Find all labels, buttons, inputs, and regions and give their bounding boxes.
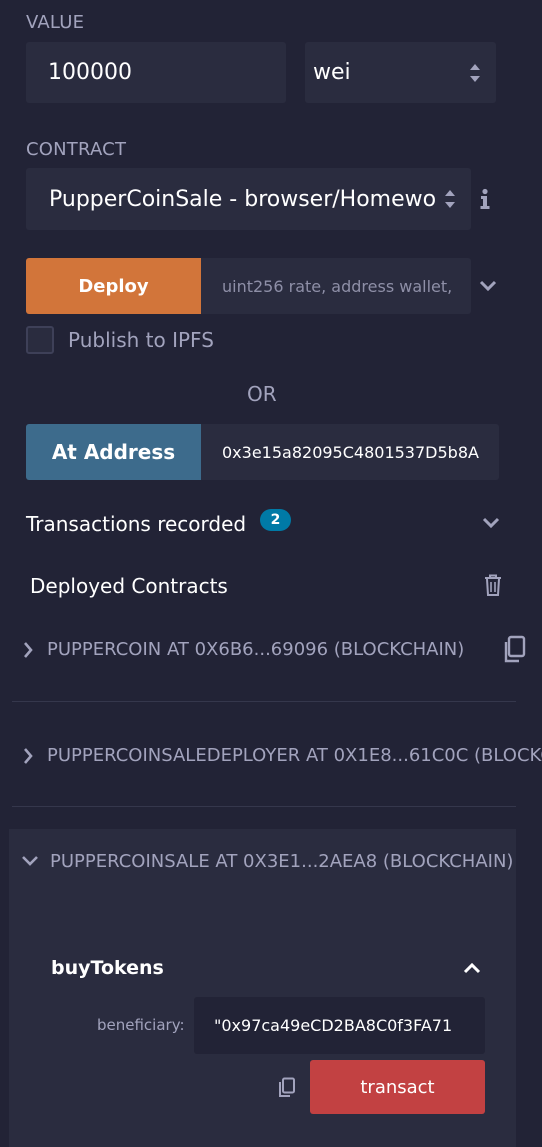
chevron-down-icon[interactable]	[21, 854, 39, 867]
contract-title: PUPPERCOIN AT 0X6B6...69096 (BLOCKCHAIN)	[47, 639, 465, 660]
deploy-params-placeholder: uint256 rate, address wallet,	[222, 276, 453, 296]
chevron-down-icon[interactable]	[482, 516, 500, 529]
contract-selected: PupperCoinSale - browser/Homewo	[49, 186, 437, 212]
function-name: buyTokens	[51, 957, 164, 979]
select-arrows-icon	[470, 63, 480, 82]
deployed-contracts-title: Deployed Contracts	[30, 574, 228, 598]
value-input[interactable]: 100000	[26, 42, 286, 103]
or-separator: OR	[247, 382, 277, 406]
publish-ipfs-label: Publish to IPFS	[68, 328, 214, 352]
transactions-count-badge: 2	[260, 509, 291, 531]
contract-label: CONTRACT	[26, 139, 127, 160]
contract-row-puppercoin[interactable]: PUPPERCOIN AT 0X6B6...69096 (BLOCKCHAIN)	[0, 625, 542, 675]
copy-icon[interactable]	[501, 635, 527, 665]
copy-icon[interactable]	[277, 1077, 297, 1099]
param-label: beneficiary:	[97, 1016, 185, 1034]
chevron-right-icon	[24, 642, 33, 658]
transact-button[interactable]: transact	[310, 1060, 485, 1114]
at-address-input[interactable]: 0x3e15a82095C4801537D5b8A	[201, 424, 499, 480]
contract-title: PUPPERCOINSALEDEPLOYER AT 0X1E8...61C0C …	[47, 745, 542, 766]
divider	[12, 701, 516, 702]
divider	[12, 806, 516, 807]
transactions-recorded-label[interactable]: Transactions recorded	[26, 512, 246, 536]
chevron-down-icon[interactable]	[479, 279, 497, 292]
contract-instance-puppercoinsale: PUPPERCOINSALE AT 0X3E1...2AEA8 (BLOCKCH…	[9, 829, 516, 1147]
unit-value: wei	[313, 60, 351, 85]
contract-select[interactable]: PupperCoinSale - browser/Homewo	[26, 168, 471, 230]
deploy-button[interactable]: Deploy	[26, 258, 201, 314]
chevron-right-icon	[24, 748, 33, 764]
at-address-value: 0x3e15a82095C4801537D5b8A	[222, 442, 479, 462]
run-transactions-panel: VALUE 100000 wei CONTRACT PupperCoinSale…	[0, 0, 542, 1147]
at-address-button[interactable]: At Address	[26, 424, 201, 480]
contract-title[interactable]: PUPPERCOINSALE AT 0X3E1...2AEA8 (BLOCKCH…	[50, 851, 513, 872]
beneficiary-value: "0x97ca49eCD2BA8C0f3FA71	[214, 1016, 453, 1035]
unit-select[interactable]: wei	[305, 42, 496, 103]
deploy-params-input[interactable]: uint256 rate, address wallet,	[201, 258, 471, 314]
info-icon[interactable]	[479, 188, 491, 210]
chevron-up-icon[interactable]	[463, 962, 481, 975]
beneficiary-input[interactable]: "0x97ca49eCD2BA8C0f3FA71	[194, 997, 485, 1054]
value-label: VALUE	[26, 12, 85, 33]
publish-ipfs-checkbox[interactable]	[26, 326, 54, 354]
select-arrows-icon	[445, 190, 455, 208]
trash-icon[interactable]	[484, 574, 502, 596]
contract-row-puppercoinsaledeployer[interactable]: PUPPERCOINSALEDEPLOYER AT 0X1E8...61C0C …	[0, 732, 542, 782]
value-amount: 100000	[48, 60, 132, 85]
